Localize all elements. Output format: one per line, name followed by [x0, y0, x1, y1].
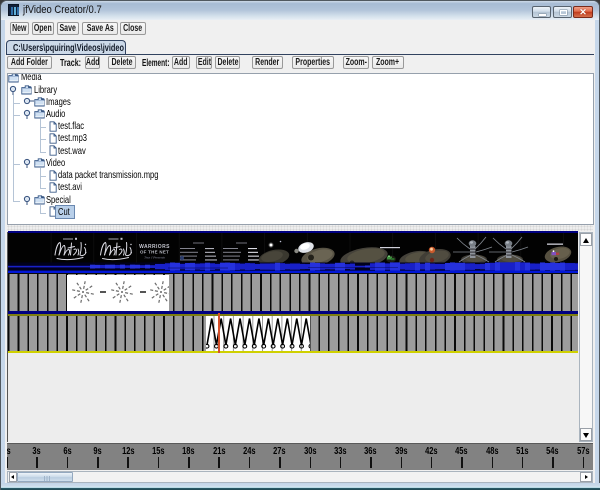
- svg-text:OF THE NET: OF THE NET: [140, 250, 169, 255]
- svg-text:Trey J Presents: Trey J Presents: [144, 256, 165, 260]
